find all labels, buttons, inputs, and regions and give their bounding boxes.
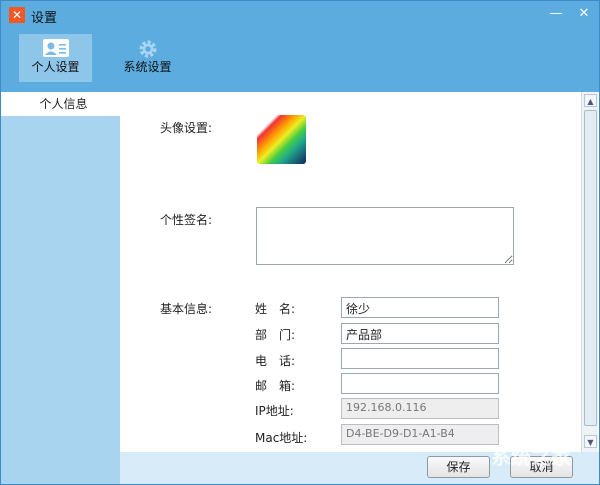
tab-label: 系统设置 (123, 60, 172, 74)
footer-bar: 保存 取消 (120, 452, 599, 484)
toolbar: 个人设置 系统设置 (1, 29, 599, 92)
mac-label: Mac地址: (255, 431, 308, 445)
contact-card-icon (19, 34, 92, 58)
avatar[interactable] (257, 115, 306, 164)
scroll-thumb[interactable] (584, 110, 597, 426)
ip-label: IP地址: (255, 404, 294, 418)
close-button[interactable]: ✕ (574, 5, 594, 23)
ip-field: 192.168.0.116 (341, 398, 499, 419)
email-field[interactable] (341, 373, 499, 394)
avatar-label: 头像设置: (160, 121, 213, 135)
cancel-button[interactable]: 取消 (510, 456, 573, 478)
name-field[interactable]: 徐少 (341, 297, 499, 318)
scroll-down-icon[interactable]: ▼ (584, 435, 597, 448)
department-label: 部 门: (255, 328, 296, 342)
tab-label: 个人设置 (31, 60, 80, 74)
minimize-button[interactable]: — (546, 5, 566, 23)
scroll-up-icon[interactable]: ▲ (584, 94, 597, 107)
gear-icon (111, 34, 184, 58)
department-field[interactable]: 产品部 (341, 323, 499, 344)
signature-label: 个性签名: (160, 213, 213, 227)
window-title: 设置 (31, 11, 58, 26)
signature-input[interactable] (256, 207, 514, 265)
settings-window: ✕ 设置 — ✕ 个人设置 系统设置 个人信息 头像设置: 个性签名: 基本信息… (0, 0, 600, 485)
basic-info-label: 基本信息: (160, 302, 213, 316)
mac-field: D4-BE-D9-D1-A1-B4 (341, 424, 499, 445)
tab-system-settings[interactable]: 系统设置 (111, 34, 184, 82)
title-bar: ✕ 设置 — ✕ (1, 1, 599, 29)
vertical-scrollbar[interactable]: ▲ ▼ (581, 92, 598, 452)
sidebar-item-personal-info[interactable]: 个人信息 (1, 92, 120, 116)
personal-info-panel: 头像设置: 个性签名: 基本信息: 姓 名: 徐少 部 门: 产品部 电 话: … (120, 92, 581, 452)
app-logo-icon: ✕ (9, 7, 25, 23)
tab-personal-settings[interactable]: 个人设置 (19, 34, 92, 82)
email-label: 邮 箱: (255, 379, 296, 393)
sidebar: 个人信息 (1, 92, 120, 484)
name-label: 姓 名: (255, 302, 296, 316)
phone-label: 电 话: (255, 354, 296, 368)
phone-field[interactable] (341, 348, 499, 369)
save-button[interactable]: 保存 (427, 456, 490, 478)
